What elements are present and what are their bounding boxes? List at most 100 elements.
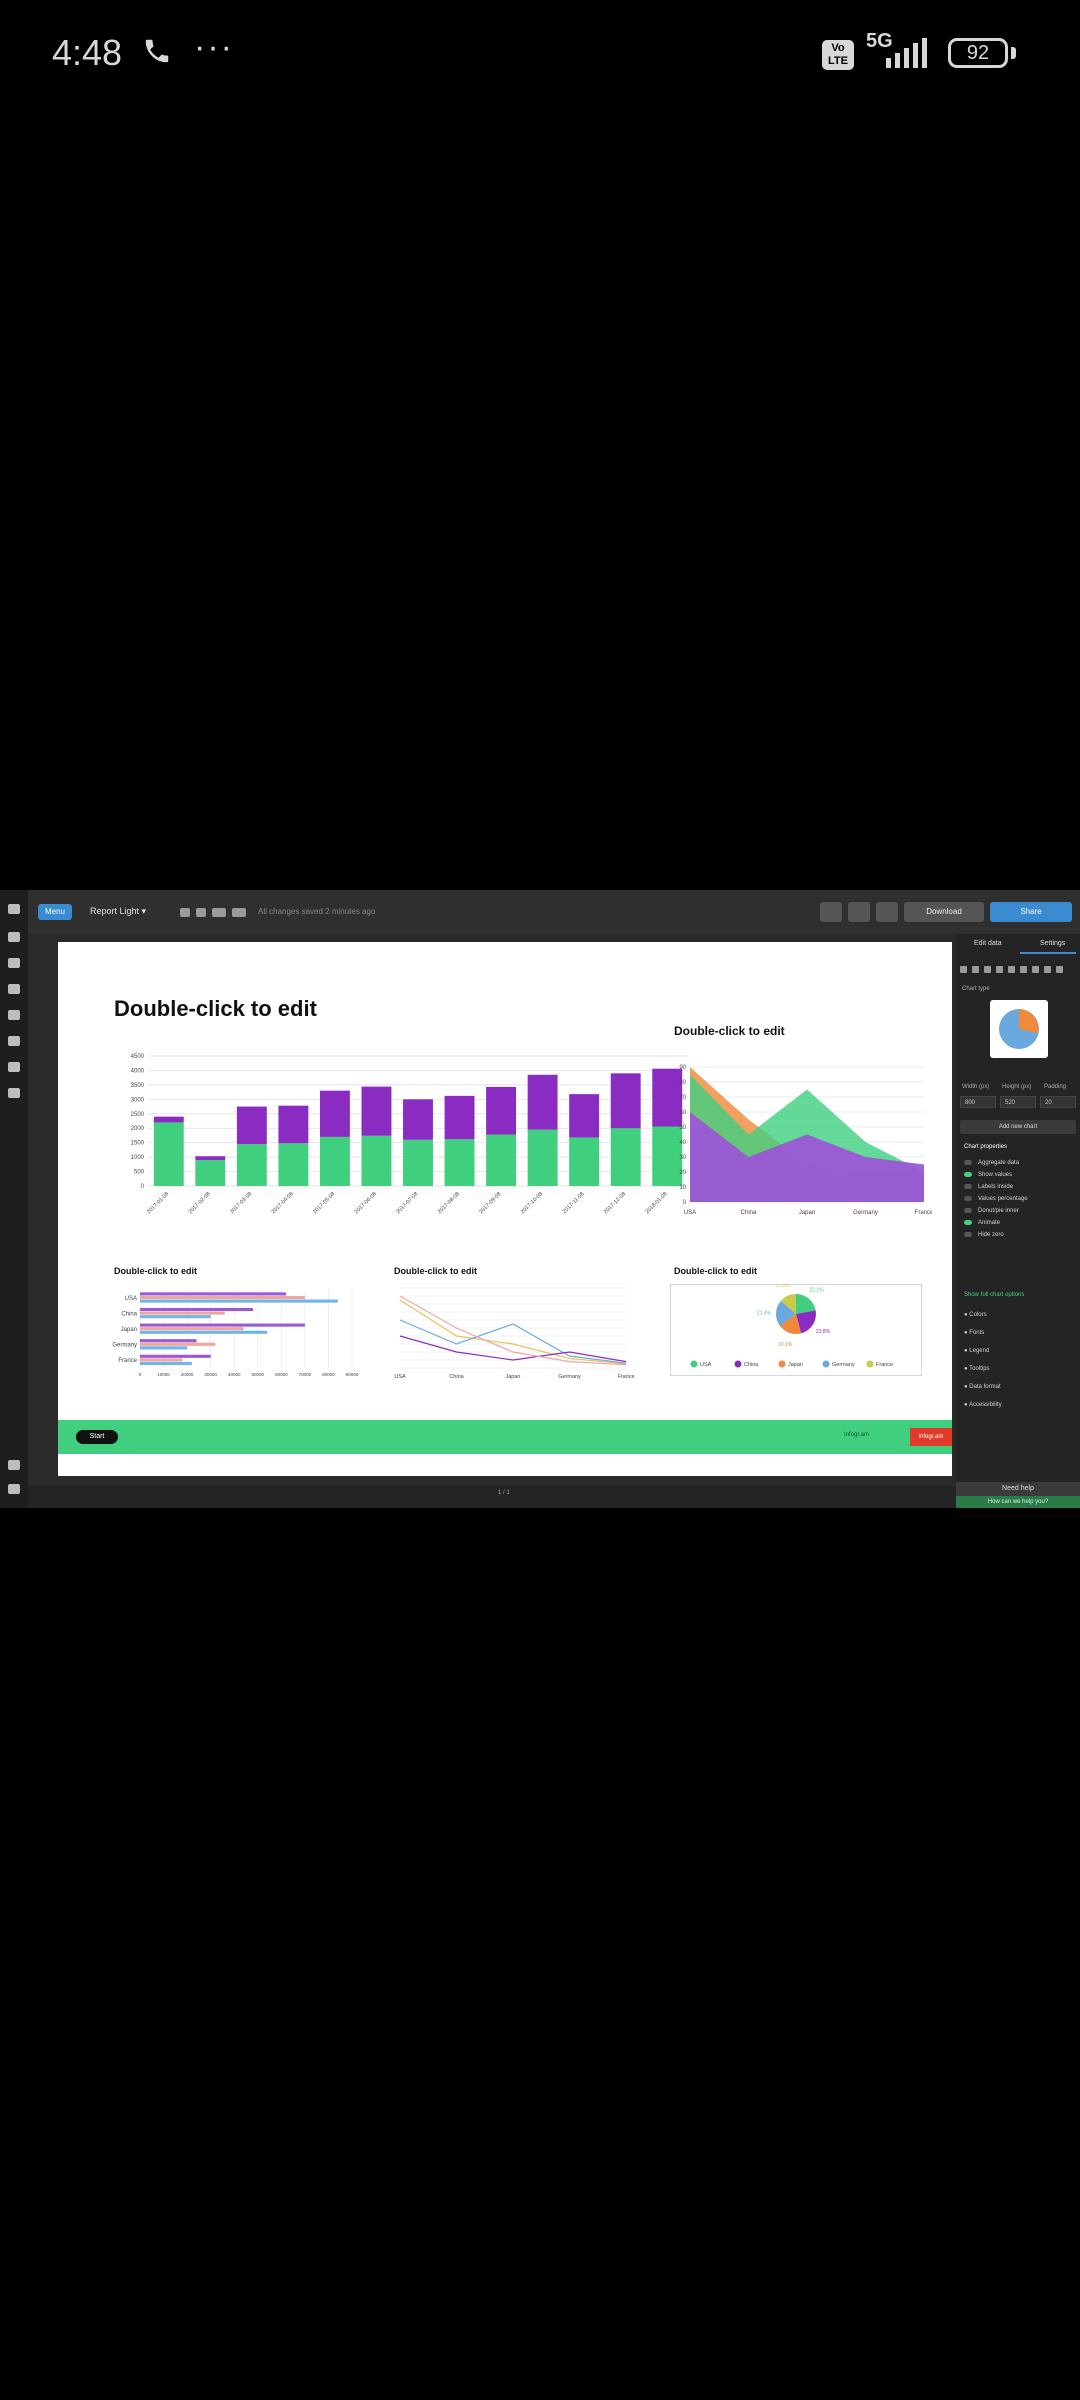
chart-properties-header[interactable]: Chart properties [964, 1144, 1007, 1150]
property-row[interactable]: Hide zero [964, 1232, 1004, 1238]
toggle-switch[interactable] [964, 1160, 972, 1165]
pages-icon[interactable] [8, 1460, 20, 1470]
property-row[interactable]: Animate [964, 1220, 1000, 1226]
property-row[interactable]: Show values [964, 1172, 1012, 1178]
preview-icon[interactable] [212, 908, 226, 917]
y-tick-label: 4000 [131, 1068, 145, 1074]
download-button[interactable]: Download [904, 902, 984, 922]
hbar-chart-title[interactable]: Double-click to edit [114, 1266, 197, 1276]
width-input[interactable]: 800 [960, 1096, 996, 1108]
property-row[interactable]: Donut/pie inner [964, 1208, 1019, 1214]
bar-segment [278, 1105, 309, 1144]
bar [140, 1315, 211, 1319]
property-row[interactable]: Labels inside [964, 1184, 1013, 1190]
data-label: 21.4% [757, 1311, 772, 1317]
support-chat-bar[interactable]: How can we help you? [956, 1496, 1080, 1508]
tab-settings[interactable]: Settings [1040, 940, 1065, 947]
lock-icon[interactable] [180, 908, 190, 917]
bar-segment [195, 1160, 226, 1186]
section-colors[interactable]: ● Colors [964, 1312, 987, 1318]
full-options-link[interactable]: Show full chart options [964, 1292, 1024, 1298]
map-icon[interactable] [8, 1036, 20, 1046]
chart-icon[interactable] [8, 932, 20, 942]
text-icon[interactable] [8, 984, 20, 994]
horizontal-bar-chart[interactable]: 0 10000 20000 30000 40000 50000 60000 70000 8000… [98, 1284, 368, 1394]
legend-marker [690, 1360, 698, 1368]
y-tick-label: 70 [679, 1095, 686, 1101]
section-tooltips[interactable]: ● Tooltips [964, 1366, 990, 1372]
add-chart-button[interactable]: Add new chart [960, 1120, 1076, 1134]
property-label: Animate [978, 1220, 1001, 1227]
publish-button[interactable] [848, 902, 870, 922]
toggle-switch[interactable] [964, 1196, 972, 1201]
stacked-bar-chart[interactable]: 0500100015002000250030003500400045002017… [98, 1052, 698, 1222]
print-button[interactable] [876, 902, 898, 922]
chart-type-thumbnail[interactable] [990, 1000, 1048, 1058]
comment-icon[interactable] [232, 908, 246, 917]
status-bar: 4:48 ··· Vo LTE 5G 92 [0, 0, 1080, 110]
section-accessibility[interactable]: ● Accessibility [964, 1402, 1002, 1408]
undo-icon[interactable] [8, 1062, 20, 1072]
tab-edit-data[interactable]: Edit data [974, 940, 1002, 947]
bar-segment [236, 1106, 267, 1145]
battery-tip [1011, 47, 1016, 59]
area-chart[interactable]: 0 10 20 30 40 50 60 70 80 90 USA China Japan Germany F… [666, 1046, 932, 1236]
height-input[interactable]: 520 [1000, 1096, 1036, 1108]
app-window: Menu Report Light ▾ All changes saved 2 … [0, 890, 1080, 1508]
x-tick-label: France [617, 1374, 634, 1380]
x-tick-label: 2017-05-08 [312, 1191, 336, 1215]
x-tick-label: 60000 [275, 1372, 288, 1377]
theme-select-label: Report Light [90, 906, 140, 916]
footer-start-button[interactable]: Start [76, 1430, 118, 1444]
line-chart[interactable]: USA China Japan Germany France [378, 1284, 648, 1394]
image-icon[interactable] [8, 1010, 20, 1020]
line-chart-title[interactable]: Double-click to edit [394, 1266, 477, 1276]
area-chart-title[interactable]: Double-click to edit [674, 1024, 785, 1038]
toggle-switch[interactable] [964, 1220, 972, 1225]
x-tick-label: 2017-01-08 [146, 1191, 170, 1215]
pie-chart-title[interactable]: Double-click to edit [674, 1266, 757, 1276]
x-tick-label: Germany [558, 1374, 581, 1380]
toggle-switch[interactable] [964, 1172, 972, 1177]
section-legend[interactable]: ● Legend [964, 1348, 989, 1354]
home-icon[interactable] [8, 904, 20, 914]
bar [140, 1354, 211, 1358]
help-button[interactable]: Need help [956, 1482, 1080, 1496]
y-tick-label: 30 [679, 1155, 686, 1161]
pie-chart[interactable]: 22.1% 23.8% 19.1% 21.4% 13.6% USA China Japan Ge… [670, 1284, 922, 1376]
bar [140, 1358, 183, 1362]
alignment-icons[interactable] [960, 960, 1068, 978]
pointer-icon[interactable] [8, 958, 20, 968]
property-row[interactable]: Aggregate data [964, 1160, 1019, 1166]
legend-marker [778, 1360, 786, 1368]
toggle-switch[interactable] [964, 1208, 972, 1213]
y-tick-label: 20 [679, 1170, 686, 1176]
more-tools-icon[interactable] [8, 1088, 20, 1098]
bar [140, 1327, 244, 1331]
footer-brand-ribbon[interactable]: infogr.am [910, 1428, 952, 1446]
y-tick-label: 2000 [131, 1126, 145, 1132]
bar-segment [278, 1143, 309, 1186]
bar-segment [486, 1134, 517, 1186]
legend-label: France [876, 1362, 893, 1368]
section-data-format[interactable]: ● Data format [964, 1384, 1001, 1390]
section-fonts[interactable]: ● Fonts [964, 1330, 984, 1336]
x-tick-label: China [449, 1374, 464, 1380]
theme-select[interactable]: Report Light ▾ [90, 906, 146, 917]
share-button[interactable]: Share [990, 902, 1072, 922]
settings-icon[interactable] [8, 1484, 20, 1494]
property-row[interactable]: Values percentage [964, 1196, 1028, 1202]
y-tick-label: 90 [679, 1065, 686, 1071]
toggle-switch[interactable] [964, 1232, 972, 1237]
data-label: 13.6% [776, 1284, 791, 1289]
main-chart-title[interactable]: Double-click to edit [114, 996, 317, 1022]
grid-icon[interactable] [196, 908, 206, 917]
property-label: Aggregate data [978, 1160, 1020, 1167]
x-tick-label: China [741, 1210, 757, 1216]
present-button[interactable] [820, 902, 842, 922]
toggle-switch[interactable] [964, 1184, 972, 1189]
menu-button[interactable]: Menu [38, 904, 72, 920]
padding-input[interactable]: 20 [1040, 1096, 1076, 1108]
x-tick-label: 80000 [322, 1372, 335, 1377]
bar [140, 1330, 268, 1334]
